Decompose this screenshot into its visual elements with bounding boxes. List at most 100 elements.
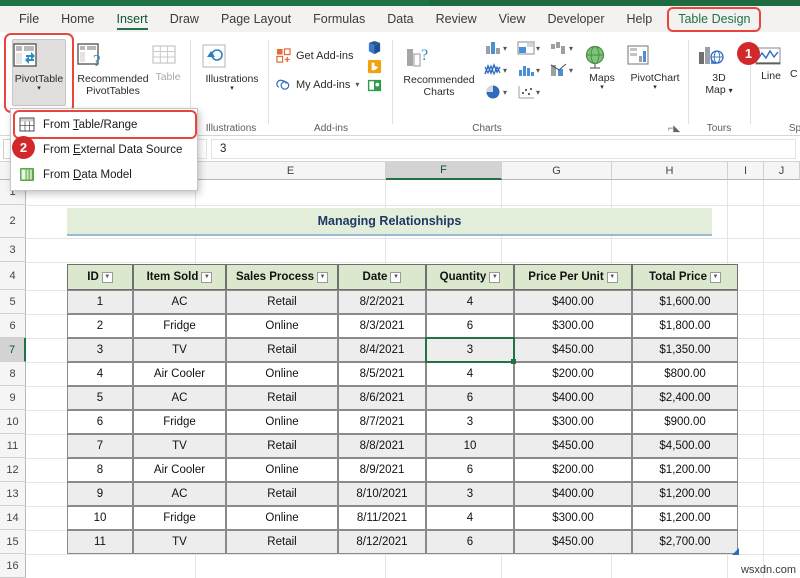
menu-item-from-table-range[interactable]: From Table/Range (11, 112, 197, 137)
tab-review[interactable]: Review (425, 9, 488, 30)
filter-dropdown-icon-id[interactable]: ▼ (101, 271, 113, 283)
table-cell[interactable]: Fridge (133, 506, 226, 530)
table-cell[interactable]: $1,800.00 (632, 314, 738, 338)
table-cell[interactable]: Online (226, 362, 338, 386)
table-cell[interactable]: $1,200.00 (632, 506, 738, 530)
table-cell[interactable]: Fridge (133, 410, 226, 434)
table-cell[interactable]: Air Cooler (133, 458, 226, 482)
my-addins-button[interactable]: My Add-ins ▾ (276, 77, 359, 92)
addin-green-icon[interactable] (367, 78, 382, 93)
tab-home[interactable]: Home (50, 9, 105, 30)
line-chart-chevron-down-icon[interactable]: ▾ (503, 66, 507, 75)
table-cell[interactable]: Online (226, 314, 338, 338)
row-header-6[interactable]: 6 (0, 314, 26, 338)
tab-help[interactable]: Help (616, 9, 664, 30)
table-cell[interactable]: Retail (226, 434, 338, 458)
table-cell[interactable]: $900.00 (632, 410, 738, 434)
column-header-g[interactable]: G (502, 162, 612, 180)
table-cell[interactable]: 8/8/2021 (338, 434, 426, 458)
column-chart-chevron-down-icon[interactable]: ▾ (503, 44, 507, 53)
table-cell[interactable]: Air Cooler (133, 362, 226, 386)
row-header-14[interactable]: 14 (0, 506, 26, 530)
tab-table-design[interactable]: Table Design (667, 6, 762, 32)
menu-item-from-external-data-source[interactable]: From External Data Source (11, 137, 197, 162)
filter-dropdown-icon-price-per-unit[interactable]: ▼ (606, 271, 618, 283)
table-header-item-sold[interactable]: Item Sold ▼ (133, 264, 226, 290)
row-header-11[interactable]: 11 (0, 434, 26, 458)
table-cell[interactable]: $400.00 (514, 482, 632, 506)
table-cell[interactable]: 4 (426, 362, 514, 386)
table-cell[interactable]: $1,200.00 (632, 482, 738, 506)
table-cell[interactable]: TV (133, 530, 226, 554)
table-cell[interactable]: 6 (426, 458, 514, 482)
pie-chart-button[interactable] (484, 84, 502, 100)
row-header-5[interactable]: 5 (0, 290, 26, 314)
menu-item-from-data-model[interactable]: From Data Model (11, 162, 197, 187)
table-header-total-price[interactable]: Total Price ▼ (632, 264, 738, 290)
column-header-j[interactable]: J (764, 162, 800, 180)
table-cell[interactable]: Online (226, 506, 338, 530)
tab-formulas[interactable]: Formulas (302, 9, 376, 30)
table-header-sales-process[interactable]: Sales Process ▼ (226, 264, 338, 290)
table-cell[interactable]: $2,700.00 (632, 530, 738, 554)
table-cell[interactable]: 8/12/2021 (338, 530, 426, 554)
addin-bing-orange-icon[interactable] (367, 59, 382, 74)
table-cell[interactable]: 10 (67, 506, 133, 530)
table-cell[interactable]: 10 (426, 434, 514, 458)
table-cell[interactable]: $400.00 (514, 386, 632, 410)
table-cell[interactable]: 8/6/2021 (338, 386, 426, 410)
statistic-chart-chevron-down-icon[interactable]: ▾ (536, 66, 540, 75)
tab-file[interactable]: File (8, 9, 50, 30)
table-cell[interactable]: $200.00 (514, 458, 632, 482)
table-cell[interactable]: 5 (67, 386, 133, 410)
column-header-f[interactable]: F (386, 162, 502, 180)
table-button[interactable]: Table (150, 41, 186, 83)
table-cell[interactable]: 6 (426, 386, 514, 410)
scatter-chart-chevron-down-icon[interactable]: ▾ (536, 88, 540, 97)
table-cell[interactable]: 6 (426, 314, 514, 338)
row-header-10[interactable]: 10 (0, 410, 26, 434)
row-header-13[interactable]: 13 (0, 482, 26, 506)
table-cell[interactable]: 8/10/2021 (338, 482, 426, 506)
hierarchy-chart-chevron-down-icon[interactable]: ▾ (536, 44, 540, 53)
column-header-h[interactable]: H (612, 162, 728, 180)
table-cell[interactable]: 8/9/2021 (338, 458, 426, 482)
table-cell[interactable]: 8/3/2021 (338, 314, 426, 338)
tab-view[interactable]: View (488, 9, 537, 30)
row-header-9[interactable]: 9 (0, 386, 26, 410)
table-cell[interactable]: $2,400.00 (632, 386, 738, 410)
table-cell[interactable]: 8/11/2021 (338, 506, 426, 530)
pivottable-button[interactable]: PivotTable ▾ (10, 41, 68, 92)
filter-dropdown-icon-item-sold[interactable]: ▼ (201, 271, 213, 283)
table-header-id[interactable]: ID ▼ (67, 264, 133, 290)
table-cell[interactable]: Retail (226, 386, 338, 410)
waterfall-chart-chevron-down-icon[interactable]: ▾ (569, 44, 573, 53)
table-cell[interactable]: AC (133, 386, 226, 410)
table-cell[interactable]: $1,600.00 (632, 290, 738, 314)
row-header-7[interactable]: 7 (0, 338, 26, 362)
table-cell[interactable]: $1,350.00 (632, 338, 738, 362)
pivotchart-chevron-down-icon[interactable]: ▾ (624, 84, 686, 91)
scatter-chart-button[interactable] (517, 84, 535, 100)
tab-data[interactable]: Data (376, 9, 424, 30)
table-cell[interactable]: $400.00 (514, 290, 632, 314)
row-header-3[interactable]: 3 (0, 238, 26, 262)
table-cell[interactable]: 7 (67, 434, 133, 458)
charts-dialog-launcher[interactable]: ⌐◣ (668, 123, 680, 134)
row-header-4[interactable]: 4 (0, 262, 26, 290)
table-cell[interactable]: 8/7/2021 (338, 410, 426, 434)
statistic-chart-button[interactable] (517, 62, 535, 78)
3d-map-button[interactable]: 3D Map ▾ (696, 44, 742, 96)
table-header-quantity[interactable]: Quantity ▼ (426, 264, 514, 290)
table-cell[interactable]: $450.00 (514, 434, 632, 458)
illustrations-chevron-down-icon[interactable]: ▾ (199, 85, 265, 92)
table-cell[interactable]: $450.00 (514, 530, 632, 554)
table-cell[interactable]: Online (226, 410, 338, 434)
pie-chart-chevron-down-icon[interactable]: ▾ (503, 88, 507, 97)
table-cell[interactable]: 8/2/2021 (338, 290, 426, 314)
column-header-i[interactable]: I (728, 162, 764, 180)
table-cell[interactable]: 11 (67, 530, 133, 554)
addin-store-blue-icon[interactable] (367, 40, 382, 55)
table-cell[interactable]: Retail (226, 338, 338, 362)
pivotchart-button[interactable]: PivotChart ▾ (624, 44, 686, 91)
